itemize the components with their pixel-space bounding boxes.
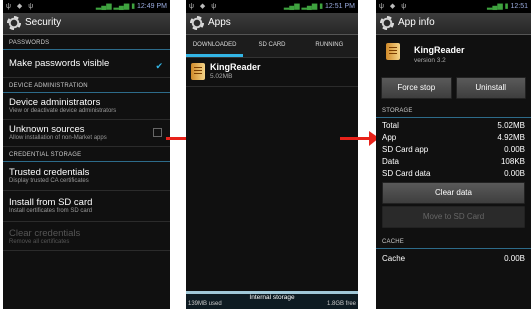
item-subtitle: View or deactivate device administrators: [9, 108, 117, 114]
tab-bar: DOWNLOADED SD CARD RUNNING: [186, 35, 358, 58]
storage-row: SD Card data 0.00B: [376, 168, 531, 180]
action-bar: Security: [3, 13, 170, 35]
item-subtitle: Allow installation of non-Market apps: [9, 135, 107, 141]
row-label: Data: [382, 157, 399, 166]
checkbox-unchecked[interactable]: [153, 128, 162, 137]
cache-details: Cache 0.00B: [376, 249, 531, 265]
storage-usage-bar: Internal storage 139MB used 1.8GB free: [186, 291, 358, 309]
status-bar: ψ ◆ ψ ▂▄▆ ▂▄▆ ▮ 12:49 PM: [3, 0, 170, 13]
storage-used: 139MB used: [188, 301, 222, 307]
checkbox-checked-icon[interactable]: ✔: [155, 61, 163, 72]
row-value: 4.92MB: [497, 133, 525, 142]
kingreader-app-icon: [386, 43, 400, 60]
page-title: App info: [398, 17, 435, 28]
row-label: SD Card app: [382, 145, 429, 154]
apps-screen: ψ ◆ ψ ▂▄▆ ▂▄▆ ▮ 12:51 PM Apps DOWNLOADED…: [186, 0, 358, 309]
app-info-screen: ψ ◆ ψ ▂▄▆ ▮ 12:51 App info KingReader ve…: [376, 0, 531, 309]
row-label: App: [382, 133, 397, 142]
signal-icon: ▂▄▆ ▂▄▆ ▮: [95, 3, 136, 10]
section-header: PASSWORDS: [3, 35, 170, 50]
row-label: Total: [382, 121, 399, 130]
tab-downloaded[interactable]: DOWNLOADED: [186, 35, 244, 57]
status-bar: ψ ◆ ψ ▂▄▆ ▮ 12:51: [376, 0, 531, 13]
security-screen: ψ ◆ ψ ▂▄▆ ▂▄▆ ▮ 12:49 PM Security PASSWO…: [3, 0, 170, 309]
notification-icons: ψ ◆ ψ: [379, 3, 409, 10]
settings-gear-icon[interactable]: [7, 16, 21, 30]
item-title: Trusted credentials: [9, 167, 90, 178]
signal-icon: ▂▄▆ ▂▄▆ ▮: [283, 3, 324, 10]
cache-row: Cache 0.00B: [376, 253, 531, 265]
storage-free: 1.8GB free: [326, 301, 356, 307]
force-stop-button[interactable]: Force stop: [381, 77, 452, 99]
action-bar: App info: [376, 13, 531, 35]
row-value: 108KB: [500, 157, 525, 166]
section-header: CREDENTIAL STORAGE: [3, 147, 170, 162]
item-subtitle: Remove all certificates: [9, 239, 70, 245]
section-header: CACHE: [376, 234, 531, 249]
device-administrators-item[interactable]: Device administrators View or deactivate…: [3, 93, 170, 120]
notification-icons: ψ ◆ ψ: [189, 3, 219, 10]
red-arrow-2: [340, 131, 379, 146]
clock: 12:49: [137, 3, 155, 10]
uninstall-button[interactable]: Uninstall: [455, 77, 526, 99]
clear-credentials-item: Clear credentials Remove all certificate…: [3, 222, 170, 251]
storage-row: SD Card app 0.00B: [376, 144, 531, 156]
row-value: 5.02MB: [497, 121, 525, 130]
app-size: 5.02MB: [210, 73, 233, 80]
section-header: STORAGE: [376, 103, 531, 118]
signal-icon: ▂▄▆ ▮: [486, 3, 509, 10]
item-title: Device administrators: [9, 97, 101, 108]
kingreader-app-icon: [191, 63, 205, 80]
item-subtitle: Display trusted CA certificates: [9, 178, 89, 184]
notification-icons: ψ ◆ ψ: [6, 3, 36, 10]
status-right: ▂▄▆ ▂▄▆ ▮ 12:51 PM: [283, 3, 355, 10]
settings-gear-icon[interactable]: [380, 16, 394, 30]
row-value: 0.00B: [504, 145, 525, 154]
status-right: ▂▄▆ ▮ 12:51: [487, 2, 528, 10]
item-title: Make passwords visible: [9, 58, 110, 69]
storage-details: Total 5.02MB App 4.92MB SD Card app 0.00B D…: [376, 118, 531, 180]
row-value: 0.00B: [504, 169, 525, 178]
action-buttons: Force stop Uninstall: [376, 75, 531, 103]
storage-row: Data 108KB: [376, 156, 531, 168]
install-from-sd-card-item[interactable]: Install from SD card Install certificate…: [3, 191, 170, 222]
section-header: DEVICE ADMINISTRATION: [3, 78, 170, 93]
row-label: Cache: [382, 254, 406, 263]
clear-data-button[interactable]: Clear data: [382, 182, 525, 204]
item-subtitle: Install certificates from SD card: [9, 208, 93, 214]
row-label: SD Card data: [382, 169, 431, 178]
tab-running[interactable]: RUNNING: [301, 35, 358, 57]
storage-label: Internal storage: [249, 294, 295, 301]
clock: 12:51: [325, 3, 343, 10]
item-title: Install from SD card: [9, 197, 93, 208]
make-passwords-visible-item[interactable]: Make passwords visible ✔: [3, 50, 170, 78]
app-list-item[interactable]: KingReader 5.02MB: [186, 58, 358, 87]
storage-row: Total 5.02MB: [376, 120, 531, 132]
app-header: KingReader version 3.2: [376, 35, 531, 75]
app-name: KingReader: [414, 45, 465, 55]
page-title: Security: [25, 17, 62, 28]
move-to-sd-card-button: Move to SD Card: [382, 206, 525, 228]
app-version: version 3.2: [414, 57, 446, 64]
status-right: ▂▄▆ ▂▄▆ ▮ 12:49 PM: [95, 3, 167, 10]
item-title: Clear credentials: [9, 228, 81, 239]
tab-sd-card[interactable]: SD CARD: [243, 35, 300, 57]
status-bar: ψ ◆ ψ ▂▄▆ ▂▄▆ ▮ 12:51 PM: [186, 0, 358, 13]
row-value: 0.00B: [504, 254, 525, 263]
app-name: KingReader: [210, 62, 261, 72]
clock: 12:51: [510, 3, 528, 10]
page-title: Apps: [208, 17, 231, 28]
unknown-sources-item[interactable]: Unknown sources Allow installation of no…: [3, 120, 170, 147]
action-bar: Apps: [186, 13, 358, 35]
trusted-credentials-item[interactable]: Trusted credentials Display trusted CA c…: [3, 162, 170, 191]
settings-gear-icon[interactable]: [190, 16, 204, 30]
storage-row: App 4.92MB: [376, 132, 531, 144]
item-title: Unknown sources: [9, 124, 85, 135]
